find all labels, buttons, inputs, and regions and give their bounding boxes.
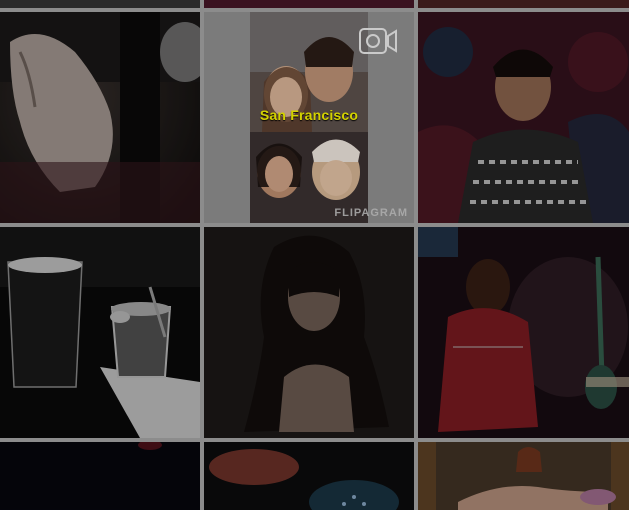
grid-tile-photo-hookah[interactable] — [418, 227, 629, 438]
painting-photo — [418, 442, 629, 510]
grid-tile-video-selfie[interactable]: San Francisco FLIPAGRAM — [204, 12, 414, 223]
grid-tile-photo-lights[interactable] — [204, 442, 414, 510]
grid-tile-photo-drawing[interactable] — [204, 227, 414, 438]
lights-photo — [204, 442, 414, 510]
grid-tile-photo-man-portrait[interactable] — [418, 12, 629, 223]
video-caption: San Francisco — [259, 107, 359, 123]
grid-tile[interactable] — [418, 0, 629, 8]
grid-tile[interactable] — [204, 0, 414, 8]
dark-photo — [0, 442, 200, 510]
flipagram-watermark: FLIPAGRAM — [334, 207, 408, 219]
dog-photo — [0, 12, 200, 223]
man-portrait-photo — [418, 12, 629, 223]
grid-tile-photo-drinks[interactable] — [0, 227, 200, 438]
grid-tile[interactable] — [0, 0, 200, 8]
grid-tile-photo-dog[interactable] — [0, 12, 200, 223]
grid-tile-photo-dark[interactable] — [0, 442, 200, 510]
video-camera-icon — [359, 28, 397, 54]
photo-grid: San Francisco FLIPAGRAM — [0, 0, 629, 510]
drawing-photo — [204, 227, 414, 438]
grid-tile-photo-painting[interactable] — [418, 442, 629, 510]
drinks-photo — [0, 227, 200, 438]
hookah-photo — [418, 227, 629, 438]
